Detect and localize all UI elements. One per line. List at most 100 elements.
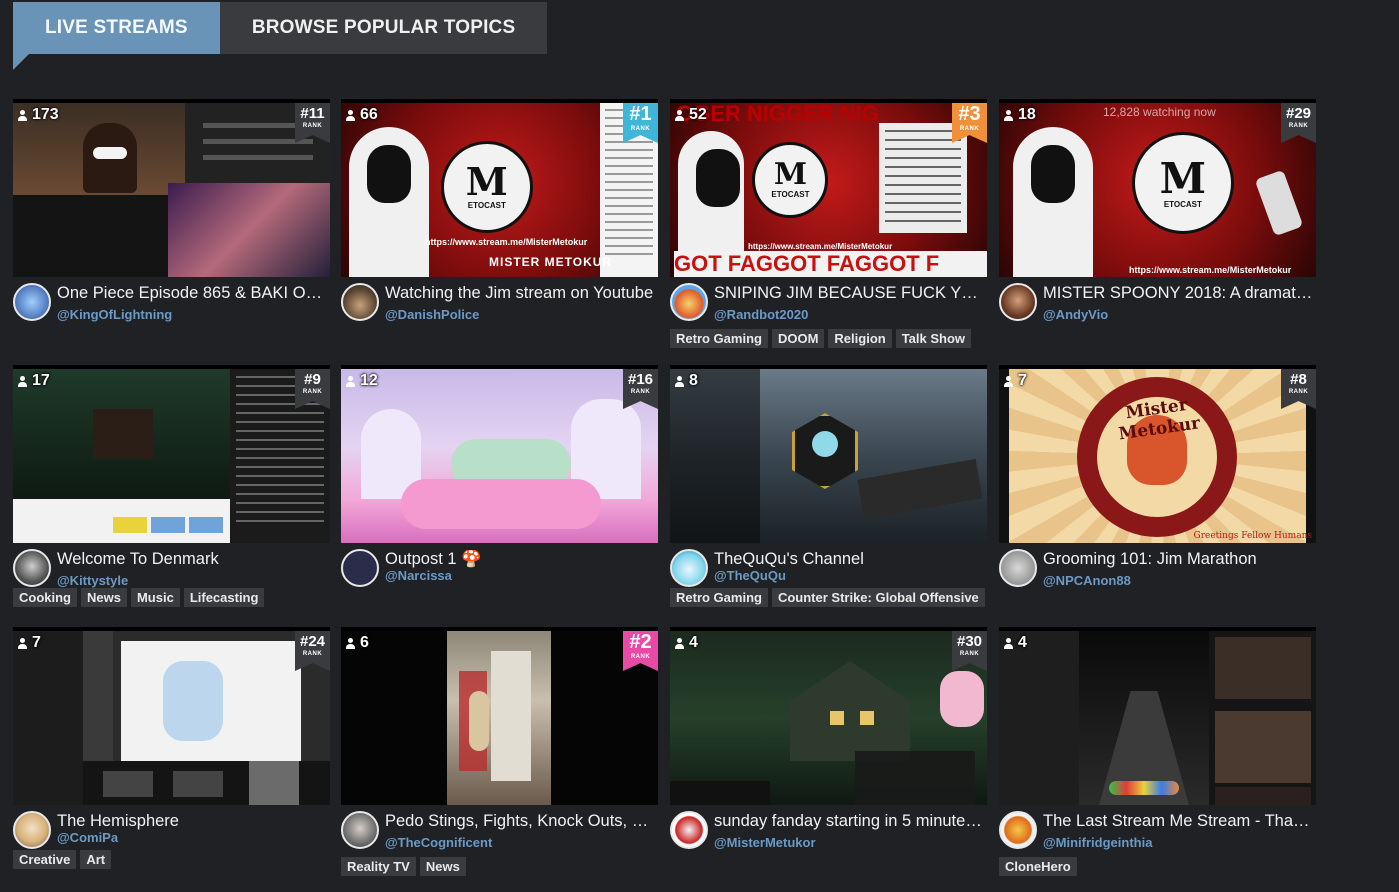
etocast-logo: M ETOCAST: [752, 141, 829, 218]
stream-thumbnail[interactable]: 4 #30 RANK: [670, 627, 987, 805]
stream-card: 8 TheQuQu's Channel @TheQuQu Retro Gamin…: [670, 365, 987, 607]
tag[interactable]: DOOM: [771, 329, 825, 348]
stream-title[interactable]: Welcome To Denmark: [57, 550, 329, 569]
tag[interactable]: News: [419, 857, 466, 876]
stream-thumbnail[interactable]: 12 #16 RANK: [341, 365, 658, 543]
avatar[interactable]: [13, 549, 51, 587]
tag[interactable]: News: [81, 588, 127, 607]
avatar[interactable]: [341, 549, 379, 587]
tag[interactable]: Music: [130, 588, 180, 607]
stream-card: 173 #11 RANK One Piece Episode 865 & BAKI…: [13, 99, 330, 324]
tag[interactable]: Art: [80, 850, 112, 869]
stream-title[interactable]: Watching the Jim stream on Youtube: [385, 284, 657, 303]
stream-title[interactable]: Outpost 1 🍄: [385, 550, 657, 569]
thumbnail-image: Mister Metokur Greetings Fellow Humans: [999, 369, 1316, 543]
stream-card: OGER NIGGER NIG M ETOCAST https://www.str…: [670, 99, 987, 348]
viewer-count: 18: [1004, 106, 1036, 124]
tab-browse-popular-topics[interactable]: BROWSE POPULAR TOPICS: [219, 2, 548, 54]
stream-thumbnail[interactable]: 6 #2 RANK: [341, 627, 658, 805]
stream-title[interactable]: MISTER SPOONY 2018: A dramatic Re-enactm…: [1043, 284, 1315, 303]
stream-username[interactable]: @NPCAnon88: [1043, 573, 1131, 588]
avatar[interactable]: [999, 811, 1037, 849]
stream-thumbnail[interactable]: 8: [670, 365, 987, 543]
tag[interactable]: Cooking: [13, 588, 77, 607]
avatar[interactable]: [670, 283, 708, 321]
stream-username[interactable]: @Narcissa: [385, 568, 452, 583]
tag[interactable]: Retro Gaming: [670, 588, 768, 607]
stream-username[interactable]: @TheQuQu: [714, 568, 786, 583]
tab-live-streams[interactable]: LIVE STREAMS: [13, 2, 220, 70]
stream-card: 12 #16 RANK Outpost 1 🍄 @Narcissa: [341, 365, 658, 590]
person-icon: [675, 637, 684, 649]
stream-card: 12,828 watching now M ETOCAST https://www…: [999, 99, 1316, 324]
stream-thumbnail[interactable]: M ETOCAST https://www.stream.me/MisterMet…: [341, 99, 658, 277]
person-icon: [346, 637, 355, 649]
viewer-count: 7: [18, 634, 41, 652]
stream-thumbnail[interactable]: 4: [999, 627, 1316, 805]
thumbnail-caption: MISTER METOKUR: [489, 255, 613, 269]
silhouette-figure: [678, 131, 744, 251]
stream-thumbnail[interactable]: OGER NIGGER NIG M ETOCAST https://www.str…: [670, 99, 987, 277]
avatar[interactable]: [13, 283, 51, 321]
person-icon: [346, 375, 355, 387]
avatar[interactable]: [670, 549, 708, 587]
person-icon: [675, 375, 684, 387]
thumbnail-image: [341, 369, 658, 543]
stream-username[interactable]: @Minifridgeinthia: [1043, 835, 1152, 850]
tag[interactable]: Lifecasting: [183, 588, 265, 607]
viewer-count: 66: [346, 106, 378, 124]
tag[interactable]: Retro Gaming: [670, 329, 768, 348]
stream-username[interactable]: @ComiPa: [57, 830, 118, 845]
stream-thumbnail[interactable]: 17 #9 RANK: [13, 365, 330, 543]
viewer-count: 7: [1004, 372, 1027, 390]
tag-list: Cooking News Music Lifecasting: [13, 588, 330, 607]
tag[interactable]: Religion: [828, 329, 892, 348]
person-icon: [18, 109, 27, 121]
stream-username[interactable]: @Kittystyle: [57, 573, 128, 588]
avatar[interactable]: [341, 811, 379, 849]
person-icon: [1004, 375, 1013, 387]
avatar[interactable]: [341, 283, 379, 321]
tag[interactable]: Talk Show: [895, 329, 972, 348]
stream-title[interactable]: One Piece Episode 865 & BAKI ONA ONA ONA: [57, 284, 329, 303]
thumbnail-image: [670, 369, 987, 543]
avatar[interactable]: [670, 811, 708, 849]
stream-title[interactable]: SNIPING JIM BECAUSE FUCK YOU ALL: [714, 284, 986, 303]
stream-username[interactable]: @MisterMetukor: [714, 835, 816, 850]
stream-thumbnail[interactable]: 173 #11 RANK: [13, 99, 330, 277]
stream-username[interactable]: @KingOfLightning: [57, 307, 172, 322]
stream-title[interactable]: The Last Stream Me Stream - Thank You Al…: [1043, 812, 1315, 831]
avatar[interactable]: [13, 811, 51, 849]
tag[interactable]: Counter Strike: Global Offensive: [771, 588, 985, 607]
thumbnail-bottom-text: Greetings Fellow Humans: [1193, 531, 1312, 541]
stream-card: Mister Metokur Greetings Fellow Humans 7…: [999, 365, 1316, 590]
viewer-count: 12: [346, 372, 378, 390]
stream-card: 6 #2 RANK Pedo Stings, Fights, Knock Outs…: [341, 627, 658, 876]
stream-thumbnail[interactable]: 12,828 watching now M ETOCAST https://www…: [999, 99, 1316, 277]
stream-title[interactable]: Grooming 101: Jim Marathon: [1043, 550, 1315, 569]
viewer-count: 173: [18, 106, 59, 124]
stream-thumbnail[interactable]: Mister Metokur Greetings Fellow Humans 7…: [999, 365, 1316, 543]
stream-username[interactable]: @DanishPolice: [385, 307, 479, 322]
viewer-count: 4: [675, 634, 698, 652]
tag-list: Retro Gaming Counter Strike: Global Offe…: [670, 588, 987, 607]
stream-username[interactable]: @AndyVio: [1043, 307, 1108, 322]
avatar[interactable]: [999, 283, 1037, 321]
stream-card: 4 The Last Stream Me Stream - Thank You …: [999, 627, 1316, 876]
viewer-count: 8: [675, 372, 698, 390]
stream-title[interactable]: The Hemisphere: [57, 812, 329, 831]
stream-title[interactable]: sunday fanday starting in 5 minutes or s…: [714, 812, 986, 831]
person-icon: [18, 637, 27, 649]
stream-title[interactable]: Pedo Stings, Fights, Knock Outs, Cops & …: [385, 812, 657, 831]
stream-username[interactable]: @Randbot2020: [714, 307, 808, 322]
tag[interactable]: CloneHero: [999, 857, 1077, 876]
person-icon: [346, 109, 355, 121]
viewer-count: 17: [18, 372, 50, 390]
stream-title[interactable]: TheQuQu's Channel: [714, 550, 986, 569]
stream-thumbnail[interactable]: 7 #24 RANK: [13, 627, 330, 805]
stream-username[interactable]: @TheCognificent: [385, 835, 492, 850]
tag[interactable]: Reality TV: [341, 857, 416, 876]
thumbnail-watch-text: 12,828 watching now: [1103, 105, 1216, 119]
avatar[interactable]: [999, 549, 1037, 587]
tag[interactable]: Creative: [13, 850, 77, 869]
